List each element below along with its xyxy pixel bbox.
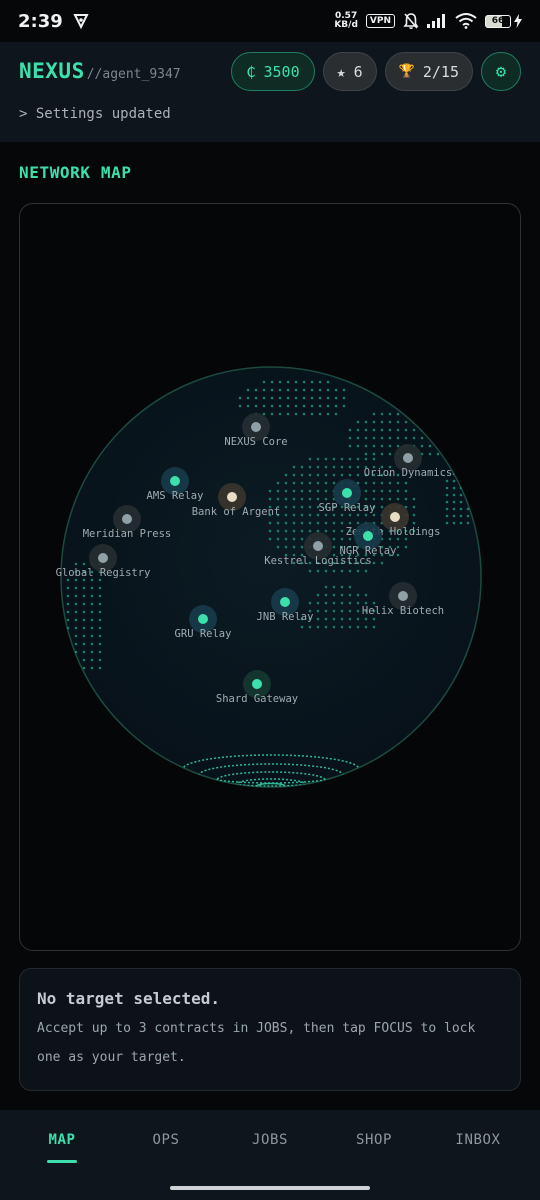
- target-title: No target selected.: [37, 989, 221, 1008]
- node-label: Kestrel Logistics: [264, 555, 371, 567]
- net-speed-unit: KB/d: [334, 20, 358, 30]
- star-icon: ★: [336, 62, 346, 81]
- node-label: Global Registry: [56, 567, 151, 579]
- node-label: Helix Biotech: [362, 605, 444, 617]
- node-label: Orion Dynamics: [364, 467, 453, 479]
- node-dot: [280, 597, 290, 607]
- target-card: No target selected. Accept up to 3 contr…: [19, 968, 521, 1091]
- node-dot: [122, 514, 132, 524]
- charging-icon: [514, 14, 522, 28]
- node-dot: [198, 614, 208, 624]
- node-dot: [403, 453, 413, 463]
- app-header: NEXUS //agent_9347 ₵ 3500 ★ 6 🏆 2/15 ⚙ >…: [0, 42, 540, 142]
- brand-name: NEXUS: [19, 59, 85, 83]
- credits-value: 3500: [263, 62, 300, 81]
- node-dot: [251, 422, 261, 432]
- node-label: Shard Gateway: [216, 693, 298, 705]
- node-dot: [98, 553, 108, 563]
- trophies-value: 2/15: [422, 62, 459, 81]
- home-indicator[interactable]: [170, 1186, 370, 1190]
- node-dot: [252, 679, 262, 689]
- nav-jobs[interactable]: JOBS: [225, 1110, 315, 1170]
- trophies-pill[interactable]: 🏆 2/15: [384, 52, 473, 91]
- agent-handle: //agent_9347: [86, 67, 181, 82]
- target-line-1: Accept up to 3 contracts in JOBS, then t…: [37, 1021, 476, 1036]
- brand: NEXUS //agent_9347: [19, 59, 181, 83]
- signal-icon: [427, 14, 445, 28]
- node-label: Bank of Argent: [192, 506, 281, 518]
- status-bar: 2:39 0.57 KB/d VPN 66: [0, 0, 540, 42]
- vpn-app-icon: [73, 14, 89, 29]
- node-dot: [227, 492, 237, 502]
- wifi-icon: [455, 13, 477, 29]
- silent-icon: [403, 13, 419, 29]
- node-label: JNB Relay: [257, 611, 314, 623]
- vpn-icon: VPN: [365, 14, 395, 28]
- gear-icon: ⚙: [495, 61, 507, 82]
- section-title: NETWORK MAP: [19, 163, 132, 182]
- target-line-2: one as your target.: [37, 1050, 186, 1065]
- nav-map[interactable]: MAP: [17, 1110, 107, 1170]
- nav-inbox[interactable]: INBOX: [433, 1110, 523, 1170]
- status-log: > Settings updated: [19, 106, 171, 122]
- node-dot: [363, 531, 373, 541]
- node-dot: [313, 541, 323, 551]
- node-label: SGP Relay: [319, 502, 376, 514]
- node-label: Meridian Press: [83, 528, 172, 540]
- credits-icon: ₵: [246, 62, 256, 81]
- nav-shop[interactable]: SHOP: [329, 1110, 419, 1170]
- trophy-icon: 🏆: [398, 64, 415, 79]
- node-dot: [170, 476, 180, 486]
- globe-map[interactable]: NEXUS Core Orion Dynamics AMS Relay Bank of…: [20, 204, 521, 951]
- node-dot: [342, 488, 352, 498]
- node-label: AMS Relay: [147, 490, 204, 502]
- credits-pill[interactable]: ₵ 3500: [231, 52, 315, 91]
- node-dot: [398, 591, 408, 601]
- node-label: GRU Relay: [175, 628, 232, 640]
- node-label: NEXUS Core: [224, 436, 287, 448]
- node-dot: [390, 512, 400, 522]
- network-speed-icon: 0.57 KB/d: [334, 12, 358, 30]
- battery-level: 66: [485, 14, 511, 28]
- network-map-panel[interactable]: NEXUS Core Orion Dynamics AMS Relay Bank of…: [19, 203, 521, 951]
- resource-pills: ₵ 3500 ★ 6 🏆 2/15 ⚙: [231, 52, 521, 91]
- clock: 2:39: [18, 10, 63, 32]
- stars-pill[interactable]: ★ 6: [322, 52, 377, 91]
- battery-icon: 66: [485, 14, 522, 28]
- settings-button[interactable]: ⚙: [481, 52, 521, 91]
- stars-value: 6: [353, 62, 363, 81]
- nav-ops[interactable]: OPS: [121, 1110, 211, 1170]
- target-description: Accept up to 3 contracts in JOBS, then t…: [37, 1014, 503, 1072]
